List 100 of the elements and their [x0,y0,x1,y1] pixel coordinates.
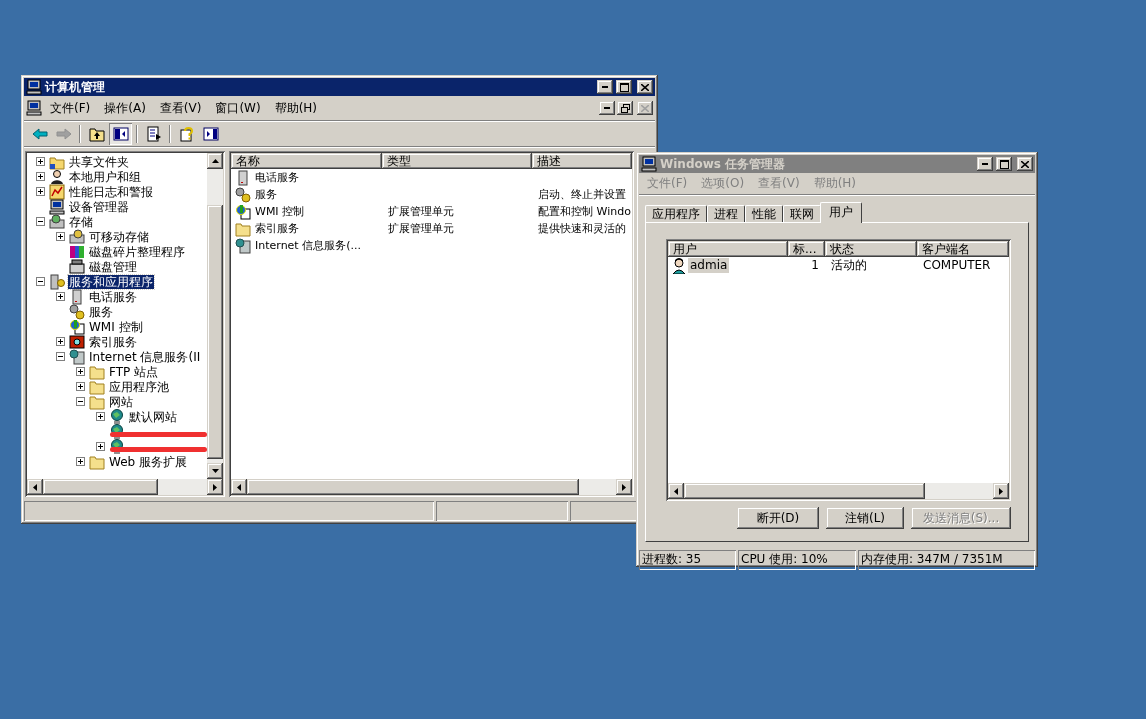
list-item[interactable]: WMI 控制 [253,204,307,219]
column-header[interactable]: 描述 [532,153,632,169]
restore-button[interactable] [617,101,633,115]
tree-item[interactable]: 性能日志和警报 [68,184,154,199]
table-cell-text: 扩展管理单元 [387,221,455,236]
push-button[interactable]: 断开(D) [737,507,819,529]
tree-item[interactable]: 存储 [68,214,94,229]
tab[interactable]: 应用程序 [645,205,707,222]
scrollbar-thumb[interactable] [43,479,158,495]
tree-item[interactable]: 服务和应用程序 [68,274,154,289]
menu-item[interactable]: 窗口(W) [209,99,267,117]
tab[interactable]: 联网 [783,205,821,222]
plus-icon [38,159,43,164]
wmi-icon [69,318,85,335]
vertical-scrollbar[interactable] [207,153,223,479]
scroll-right-button[interactable] [616,479,632,495]
tree-item[interactable]: FTP 站点 [108,364,160,379]
tree-item[interactable]: 磁盘碎片整理程序 [88,244,186,259]
expand-toggle[interactable] [36,217,45,226]
menu-item[interactable]: 帮助(H) [268,99,324,117]
expand-toggle[interactable] [56,352,65,361]
tree-item[interactable]: 共享文件夹 [68,154,130,169]
expand-toggle[interactable] [76,367,85,376]
tree-item[interactable]: 设备管理器 [68,199,130,214]
scroll-right-button[interactable] [993,483,1009,499]
globe-icon [109,408,125,425]
computer-icon [26,100,42,116]
scroll-up-button[interactable] [207,153,223,169]
horizontal-scrollbar[interactable] [231,479,632,495]
scroll-left-button[interactable] [27,479,43,495]
menu-item[interactable]: 查看(V) [153,99,208,117]
plus-icon [58,234,63,239]
expand-toggle[interactable] [96,412,105,421]
tree-item[interactable]: 可移动存储 [88,229,150,244]
expand-toggle[interactable] [76,457,85,466]
expand-toggle[interactable] [36,157,45,166]
list-item[interactable]: 服务 [253,187,279,202]
tree-item[interactable]: 本地用户和组 [68,169,142,184]
plus-icon [58,294,63,299]
tree-item[interactable]: 索引服务 [88,334,138,349]
tab[interactable]: 进程 [707,205,745,222]
close-button[interactable] [637,101,653,115]
expand-toggle[interactable] [76,397,85,406]
column-header[interactable]: 状态 [825,241,917,257]
list-item[interactable]: Internet 信息服务(... [253,238,363,253]
close-button[interactable] [1017,157,1033,171]
minus-icon [38,219,43,224]
expand-toggle[interactable] [36,172,45,181]
horizontal-scrollbar[interactable] [27,479,223,495]
tree-item[interactable]: 服务 [88,304,114,319]
folder-icon [89,393,105,410]
scroll-down-button[interactable] [207,463,223,479]
list-item[interactable]: 索引服务 [253,221,301,236]
maximize-button[interactable] [616,80,632,94]
tree-pane-button[interactable] [109,123,132,145]
plus-icon [98,414,103,419]
tree-item[interactable]: Web 服务扩展 [108,454,188,469]
tab[interactable]: 性能 [745,205,783,222]
scroll-left-button[interactable] [668,483,684,499]
push-button[interactable]: 注销(L) [826,507,904,529]
tree-item[interactable]: 电话服务 [88,289,138,304]
column-header[interactable]: 名称 [231,153,382,169]
scroll-left-button[interactable] [231,479,247,495]
maximize-button[interactable] [996,157,1012,171]
arrow-left-icon [674,487,678,495]
expand-toggle[interactable] [56,292,65,301]
plus-icon [98,444,103,449]
tree-item[interactable]: 网站 [108,394,134,409]
column-header[interactable]: 标... [788,241,825,257]
scrollbar-thumb[interactable] [684,483,925,499]
expand-toggle[interactable] [76,382,85,391]
scrollbar-thumb[interactable] [247,479,580,495]
minimize-button[interactable] [977,157,993,171]
close-icon [1021,160,1029,168]
minus-icon [38,279,43,284]
tree-item[interactable]: 应用程序池 [108,379,170,394]
horizontal-scrollbar[interactable] [668,483,1009,499]
list-item[interactable]: 电话服务 [253,170,301,185]
plus-icon [78,369,83,374]
tab[interactable]: 用户 [820,202,862,223]
minimize-button[interactable] [599,101,615,115]
column-header[interactable]: 用户 [668,241,788,257]
scrollbar-thumb[interactable] [207,204,223,460]
column-header[interactable]: 类型 [382,153,532,169]
expand-toggle[interactable] [36,277,45,286]
tree-item[interactable]: Internet 信息服务(II [88,349,202,364]
tree-item[interactable]: 默认网站 [128,409,178,424]
expand-toggle[interactable] [56,337,65,346]
menu-item[interactable]: 文件(F) [44,99,97,117]
tree-item[interactable]: WMI 控制 [88,319,144,334]
menu-item[interactable]: 操作(A) [98,99,152,117]
column-header[interactable]: 客户端名 [917,241,1009,257]
minimize-button[interactable] [597,80,613,94]
scroll-right-button[interactable] [207,479,223,495]
close-button[interactable] [637,80,653,94]
tree-item[interactable]: 磁盘管理 [88,259,138,274]
expand-toggle[interactable] [36,187,45,196]
expand-toggle[interactable] [56,232,65,241]
expand-toggle[interactable] [96,442,105,451]
user-name[interactable]: admia [688,258,730,273]
